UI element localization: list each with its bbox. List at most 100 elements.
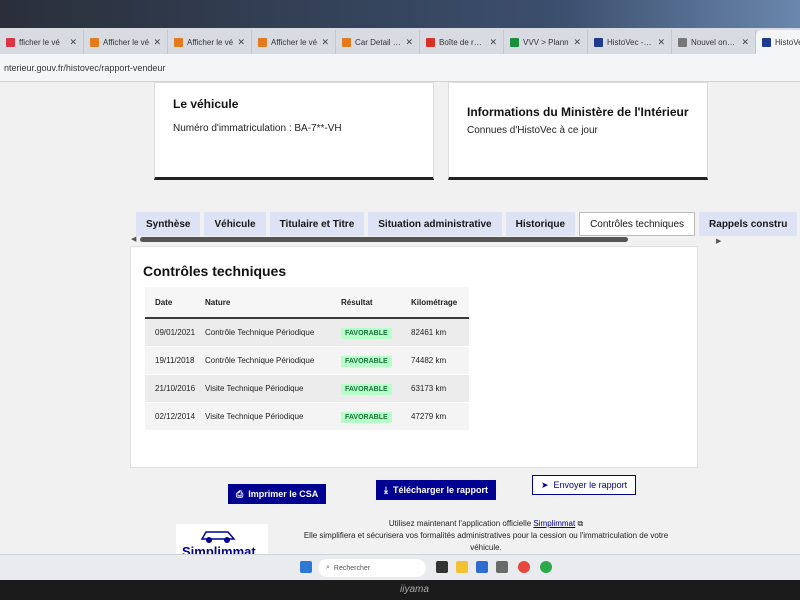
address-bar[interactable]: nterieur.gouv.fr/histovec/rapport-vendeu… <box>0 54 800 82</box>
scroll-right-icon[interactable]: ▶ <box>716 237 721 245</box>
report-tab[interactable]: Historique <box>505 212 576 236</box>
row-result: FAVORABLE <box>341 328 411 339</box>
registration-number: Numéro d'immatriculation : BA-7**-VH <box>173 123 342 134</box>
browser-tab-label: Car Detail - A <box>355 37 402 47</box>
favicon-icon <box>90 37 99 47</box>
browser-tab-label: HistoVec - Ré <box>775 37 800 47</box>
favicon-icon <box>510 37 519 47</box>
header-mileage: Kilométrage <box>411 297 458 307</box>
result-badge: FAVORABLE <box>341 356 392 367</box>
printer-icon: ⎙ <box>236 488 244 499</box>
result-badge: FAVORABLE <box>341 328 392 339</box>
send-icon: ➤ <box>541 479 549 490</box>
ministry-card-title: Informations du Ministère de l'Intérieur <box>467 105 689 119</box>
url-text: nterieur.gouv.fr/histovec/rapport-vendeu… <box>4 63 166 73</box>
taskbar-search[interactable]: ⌕ Rechercher <box>318 559 426 577</box>
store-icon[interactable] <box>496 561 508 573</box>
report-tab[interactable]: Rappels constru <box>699 212 798 236</box>
browser-tab-label: HistoVec - Ré <box>607 37 654 47</box>
browser-tab[interactable]: VVV > Plann ✕ <box>504 30 588 54</box>
browser-tab[interactable]: HistoVec - Ré✕ <box>588 30 672 54</box>
report-tabs: Synthèse Véhicule Titulaire et Titre Situat… <box>136 212 798 236</box>
external-link-icon: ⧉ <box>577 519 584 528</box>
browser-tab-label: fficher le vé <box>19 37 60 47</box>
row-mileage: 47279 km <box>411 412 447 421</box>
vehicle-card: Le véhicule Numéro d'immatriculation : B… <box>154 82 434 180</box>
row-nature: Visite Technique Périodique <box>205 412 304 421</box>
edge-icon[interactable] <box>476 561 488 573</box>
table-row: 02/12/2014 Visite Technique Périodique FAV… <box>145 403 469 431</box>
send-report-button[interactable]: ➤ Envoyer le rapport <box>532 475 637 495</box>
print-csa-button[interactable]: ⎙ Imprimer le CSA <box>228 484 327 504</box>
favicon-icon <box>258 37 267 47</box>
close-tab-icon[interactable]: ✕ <box>153 37 161 48</box>
file-explorer-icon[interactable] <box>456 561 468 573</box>
browser-tab[interactable]: Afficher le vé ✕ <box>168 30 252 54</box>
header-date: Date <box>155 297 173 307</box>
close-tab-icon[interactable]: ✕ <box>321 37 329 48</box>
controls-table: Date Nature Résultat Kilométrage 09/01/2… <box>145 287 469 431</box>
chrome-green-icon[interactable] <box>540 561 552 573</box>
browser-tab[interactable]: Afficher le vé ✕ <box>252 30 336 54</box>
report-tab[interactable]: Synthèse <box>136 212 201 236</box>
result-badge: FAVORABLE <box>341 412 392 423</box>
tab-scrollbar-thumb[interactable] <box>140 237 628 242</box>
browser-tab[interactable]: Boîte de réce ✕ <box>420 30 504 54</box>
report-tab[interactable]: Contrôles techniques <box>579 212 696 236</box>
simplimmat-link[interactable]: Simplimmat <box>533 519 575 528</box>
row-mileage: 74482 km <box>411 356 447 365</box>
page-content: Le véhicule Numéro d'immatriculation : B… <box>0 82 800 560</box>
browser-tab[interactable]: Nouvel onglet ✕ <box>672 30 756 54</box>
close-tab-icon[interactable]: ✕ <box>405 37 413 48</box>
row-nature: Contrôle Technique Périodique <box>205 356 315 365</box>
table-body: 09/01/2021 Contrôle Technique Périodique F… <box>145 319 469 431</box>
download-report-button[interactable]: ⤓ Télécharger le rapport <box>376 480 497 500</box>
close-tab-icon[interactable]: ✕ <box>69 37 77 48</box>
footer-prefix: Utilisez maintenant l'application offici… <box>388 519 532 528</box>
controls-title: Contrôles techniques <box>143 263 287 279</box>
favicon-icon <box>174 37 183 47</box>
row-nature: Visite Technique Périodique <box>205 384 304 393</box>
vehicle-card-title: Le véhicule <box>173 97 239 111</box>
table-row: 09/01/2021 Contrôle Technique Périodique F… <box>145 319 469 347</box>
chrome-icon[interactable] <box>518 561 530 573</box>
header-nature: Nature <box>205 297 231 307</box>
result-badge: FAVORABLE <box>341 384 392 395</box>
favicon-icon <box>342 37 351 47</box>
print-csa-label: Imprimer le CSA <box>248 489 319 499</box>
windows-start-icon[interactable] <box>300 561 312 573</box>
browser-tab[interactable]: fficher le vé ✕ <box>0 30 84 54</box>
report-tab[interactable]: Véhicule <box>204 212 266 236</box>
browser-tab-label: VVV > Plann <box>523 37 569 47</box>
close-tab-icon[interactable]: ✕ <box>489 37 497 48</box>
close-tab-icon[interactable]: ✕ <box>657 37 665 48</box>
screen-top-edge <box>0 0 800 28</box>
monitor-brand: iiyama <box>400 584 429 595</box>
send-report-label: Envoyer le rapport <box>553 480 628 490</box>
tab-scrollbar[interactable] <box>140 237 720 242</box>
close-tab-icon[interactable]: ✕ <box>573 37 581 48</box>
report-tab[interactable]: Situation administrative <box>368 212 502 236</box>
row-mileage: 63173 km <box>411 384 447 393</box>
row-result: FAVORABLE <box>341 356 411 367</box>
browser-tab-label: Afficher le vé <box>187 37 234 47</box>
task-view-icon[interactable] <box>436 561 448 573</box>
browser-tab[interactable]: Afficher le vé ✕ <box>84 30 168 54</box>
report-tab[interactable]: Titulaire et Titre <box>269 212 365 236</box>
car-icon <box>200 531 236 543</box>
row-result: FAVORABLE <box>341 412 411 423</box>
browser-tab[interactable]: HistoVec - Ré✕ <box>756 30 800 54</box>
favicon-icon <box>594 37 603 47</box>
browser-tab[interactable]: Car Detail - A ✕ <box>336 30 420 54</box>
row-date: 21/10/2016 <box>155 384 196 393</box>
browser-tab-label: Nouvel onglet <box>691 37 738 47</box>
controls-panel: Contrôles techniques Date Nature Résulta… <box>130 246 698 468</box>
browser-tab-label: Boîte de réce <box>439 37 486 47</box>
close-tab-icon[interactable]: ✕ <box>237 37 245 48</box>
scroll-left-icon[interactable]: ◀ <box>131 235 136 243</box>
row-date: 09/01/2021 <box>155 328 196 337</box>
favicon-icon <box>678 37 687 47</box>
row-date: 19/11/2018 <box>155 356 195 365</box>
close-tab-icon[interactable]: ✕ <box>741 37 749 48</box>
table-row: 19/11/2018 Contrôle Technique Périodique F… <box>145 347 469 375</box>
